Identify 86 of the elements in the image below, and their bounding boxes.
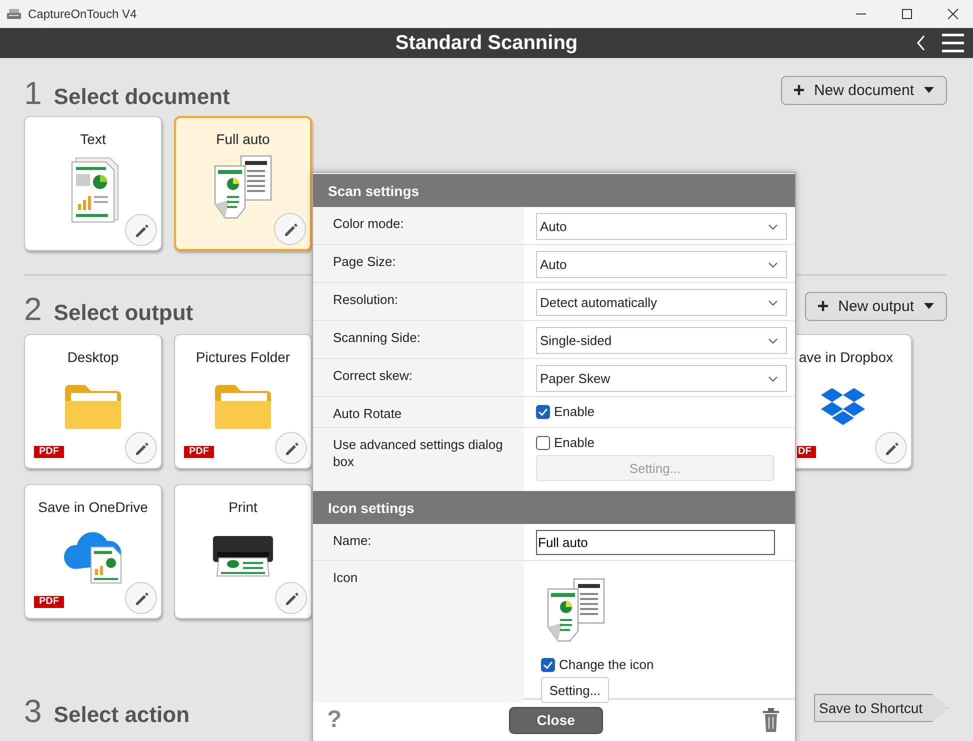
step-number: 3 — [24, 692, 42, 730]
field-label: Auto Rotate — [333, 406, 402, 421]
tile-card[interactable]: Full auto — [174, 116, 312, 251]
dropdown[interactable]: Single-sided — [536, 327, 787, 354]
plus-icon — [818, 301, 828, 311]
trash-icon[interactable] — [762, 708, 780, 732]
field-label: Icon — [333, 570, 358, 585]
edit-button[interactable] — [125, 582, 157, 614]
section-title: Select document — [54, 84, 230, 110]
field-label: Correct skew: — [333, 368, 412, 383]
edit-button[interactable] — [125, 214, 157, 246]
tile-card[interactable]: Desktop PDF — [24, 334, 162, 469]
tile-label: Print — [228, 499, 258, 515]
plus-icon — [794, 85, 804, 95]
pencil-icon — [283, 440, 299, 456]
edit-button[interactable] — [274, 213, 306, 245]
menu-icon[interactable] — [942, 33, 964, 53]
format-badge: PDF — [34, 596, 64, 608]
printer-icon — [211, 534, 275, 578]
panel-header: Icon settings — [313, 491, 795, 524]
pencil-icon — [133, 590, 149, 606]
panel-header: Scan settings — [313, 174, 795, 207]
edit-button[interactable] — [275, 432, 307, 464]
check-icon — [543, 660, 553, 668]
screen-title: Standard Scanning — [395, 32, 578, 54]
save-shortcut-button[interactable]: Save to Shortcut — [814, 694, 948, 722]
tile-card[interactable]: Pictures Folder PDF — [174, 334, 312, 469]
back-icon[interactable] — [916, 35, 926, 51]
edit-button[interactable] — [275, 582, 307, 614]
close-icon[interactable] — [947, 8, 959, 20]
pencil-icon — [133, 222, 149, 238]
field-label: Page Size: — [333, 254, 396, 269]
chevron-icon — [768, 224, 778, 230]
tile-label: ave in Dropbox — [798, 349, 893, 365]
dropbox-icon — [821, 386, 865, 426]
tile-label: Full auto — [216, 131, 270, 147]
dropdown[interactable]: Detect automatically — [536, 289, 787, 316]
pencil-icon — [133, 440, 149, 456]
field-label: Color mode: — [333, 216, 404, 231]
checkbox[interactable]: Enable — [536, 404, 594, 419]
field-label: Resolution: — [333, 292, 398, 307]
field-label: Name: — [333, 533, 372, 548]
folder-icon — [63, 382, 123, 428]
dropdown[interactable]: Paper Skew — [536, 365, 787, 392]
chevron-icon — [768, 338, 778, 344]
edit-button[interactable] — [875, 432, 907, 464]
step-number: 2 — [24, 290, 42, 328]
field-label: Use advanced settings dialog box — [333, 437, 503, 469]
tile-label: Desktop — [67, 349, 119, 365]
chevron-icon — [768, 300, 778, 306]
pencil-icon — [883, 440, 899, 456]
chevron-icon — [768, 262, 778, 268]
dropdown[interactable]: Auto — [536, 213, 787, 240]
caret-icon — [924, 303, 934, 309]
close-button[interactable]: Close — [508, 706, 603, 734]
tile-card[interactable]: Text — [24, 116, 162, 251]
add-button[interactable]: New document — [780, 76, 947, 104]
chevron-icon — [768, 376, 778, 382]
name-field[interactable]: Full auto — [536, 530, 775, 555]
dropdown[interactable]: Auto — [536, 251, 787, 278]
tile-label: Save in OneDrive — [38, 499, 148, 515]
step-number: 1 — [24, 74, 42, 112]
caret-icon — [924, 87, 934, 93]
format-badge: PDF — [184, 446, 214, 458]
tile-label: Pictures Folder — [196, 349, 290, 365]
window-title: CaptureOnTouch V4 — [28, 7, 137, 21]
format-badge: DF — [797, 446, 816, 458]
checkbox[interactable]: Change the icon — [541, 657, 654, 672]
scanner-icon — [6, 8, 22, 20]
add-button[interactable]: New output — [805, 292, 947, 320]
edit-button[interactable] — [125, 432, 157, 464]
pencil-icon — [282, 221, 298, 237]
pencil-icon — [283, 590, 299, 606]
tile-card[interactable]: Save in OneDrive PDF — [24, 484, 162, 619]
section-title: Select action — [54, 702, 190, 728]
checkbox[interactable]: Enable — [536, 435, 594, 450]
format-badge: PDF — [34, 446, 64, 458]
field-label: Scanning Side: — [333, 330, 420, 345]
check-icon — [538, 408, 548, 416]
section-title: Select output — [54, 300, 194, 326]
help-button[interactable]: ? — [327, 706, 342, 734]
setting-button[interactable]: Setting... — [541, 677, 609, 703]
folder-icon — [213, 382, 273, 428]
tile-label: Text — [80, 131, 106, 147]
maximize-icon[interactable] — [901, 8, 913, 20]
tile-card[interactable]: Print — [174, 484, 312, 619]
